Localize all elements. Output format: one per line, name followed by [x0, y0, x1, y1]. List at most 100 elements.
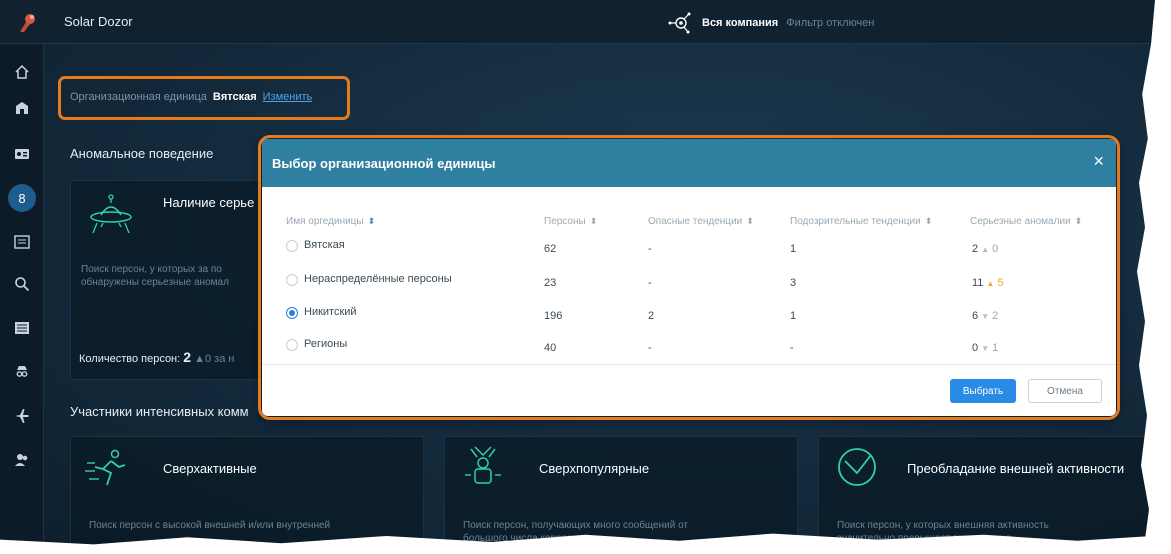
col-header-name[interactable]: Имя оргединицы ⬍ — [286, 216, 375, 227]
card-superpopular-title: Сверхпопулярные — [539, 461, 650, 476]
sidebar-item-travel[interactable] — [0, 398, 44, 434]
row-name[interactable]: Регионы — [304, 338, 347, 350]
card-serious-title: Наличие серье — [163, 195, 255, 210]
users-icon — [15, 454, 28, 466]
card-external-activity-title: Преобладание внешней активности — [907, 461, 1125, 476]
card-external-activity-desc-1: Поиск персон, у которых внешняя активнос… — [837, 520, 1049, 531]
row-name[interactable]: Вятская — [304, 239, 345, 251]
ufo-icon — [90, 194, 132, 234]
row-radio-vyatskaya[interactable] — [286, 240, 298, 252]
serious-value: 6 — [972, 310, 979, 322]
sidebar-item-insiders[interactable] — [0, 354, 44, 390]
cancel-button[interactable]: Отмена — [1028, 379, 1102, 403]
row-suspicious: 1 — [790, 310, 797, 322]
col-header-serious-label: Серьезные аномалии — [970, 216, 1071, 227]
serious-value: 11 — [972, 277, 984, 289]
card-superactive-desc-1: Поиск персон с высокой внешней и/или вну… — [89, 520, 331, 531]
popular-person-icon — [465, 446, 501, 484]
app-screen: Solar Dozor Вся компания Фильтр отключен — [0, 0, 1171, 554]
col-header-serious[interactable]: Серьезные аномалии ⬍ — [970, 216, 1082, 227]
row-name[interactable]: Нераспределённые персоны — [304, 273, 452, 285]
sidebar-item-lists[interactable] — [0, 310, 44, 346]
section-title-intensive: Участники интенсивных комм — [70, 404, 249, 419]
trend-value: 1 — [992, 342, 999, 354]
sort-icon[interactable]: ⬍ — [590, 216, 598, 226]
org-unit-row: Организационная единица Вятская Изменить — [70, 91, 312, 103]
card-superactive-title: Сверхактивные — [163, 461, 257, 476]
row-serious: 0 ▼ 1 — [972, 342, 998, 354]
company-name[interactable]: Вся компания — [702, 17, 778, 29]
col-header-suspicious-label: Подозрительные тенденции — [790, 216, 921, 227]
row-persons: 196 — [544, 310, 563, 322]
card-serious-desc-1: Поиск персон, у которых за по — [81, 264, 222, 275]
report-icon — [14, 235, 30, 249]
count-trend: ▲0 за н — [194, 353, 235, 365]
pie-chart-icon — [838, 448, 876, 486]
trend-up-icon: ▲ — [986, 279, 995, 288]
sidebar-item-behavior[interactable]: 8 — [0, 180, 44, 216]
row-suspicious: 3 — [790, 277, 797, 289]
sidebar-item-reports[interactable] — [0, 224, 44, 260]
row-serious: 2 ▲ 0 — [972, 243, 998, 255]
building-icon — [16, 102, 28, 114]
trend-up-icon: ▲ — [981, 245, 990, 254]
col-header-dangerous[interactable]: Опасные тенденции ⬍ — [648, 216, 754, 227]
row-persons: 62 — [544, 243, 557, 255]
card-superactive[interactable]: Сверхактивные Поиск персон с высокой вне… — [70, 436, 424, 554]
solar-dozor-logo-icon[interactable] — [16, 10, 40, 34]
trend-down-icon: ▼ — [981, 344, 990, 353]
card-superpopular-desc-1: Поиск персон, получающих много сообщений… — [463, 520, 688, 531]
sidebar-item-home[interactable] — [0, 54, 44, 90]
row-radio-nikitsky[interactable] — [286, 307, 298, 319]
serious-value: 0 — [972, 342, 979, 354]
plane-icon — [15, 409, 29, 423]
row-dangerous: 2 — [648, 310, 655, 322]
spy-icon — [16, 366, 28, 377]
col-header-persons-label: Персоны — [544, 216, 586, 227]
sort-icon[interactable]: ⬍ — [925, 216, 933, 226]
count-value: 2 — [183, 349, 192, 365]
org-unit-dialog: Выбор организационной единицы × Имя орге… — [262, 139, 1116, 416]
sort-icon[interactable]: ⬍ — [368, 216, 376, 226]
card-serious-desc-2: обнаружены серьезные аномал — [81, 277, 229, 288]
id-card-icon — [15, 149, 29, 159]
row-dangerous: - — [648, 277, 652, 289]
company-filter[interactable]: Вся компания Фильтр отключен — [668, 12, 874, 34]
trend-value: 0 — [992, 243, 999, 255]
row-persons: 40 — [544, 342, 557, 354]
dialog-title: Выбор организационной единицы — [272, 156, 496, 171]
row-persons: 23 — [544, 277, 557, 289]
trend-value: 2 — [992, 310, 999, 322]
row-serious: 11 ▲ 5 — [972, 277, 1004, 289]
dialog-footer-divider — [262, 364, 1116, 365]
row-suspicious: 1 — [790, 243, 797, 255]
app-title: Solar Dozor — [64, 14, 133, 29]
sidebar-item-organization[interactable] — [0, 90, 44, 126]
network-icon — [668, 12, 691, 34]
row-serious: 6 ▼ 2 — [972, 310, 998, 322]
row-dangerous: - — [648, 243, 652, 255]
top-bar: Solar Dozor Вся компания Фильтр отключен — [0, 0, 1171, 44]
behavior-icon-label: 8 — [18, 190, 26, 206]
sidebar-item-search[interactable] — [0, 266, 44, 302]
sidebar-item-users[interactable] — [0, 442, 44, 478]
select-button[interactable]: Выбрать — [950, 379, 1016, 403]
col-header-persons[interactable]: Персоны ⬍ — [544, 216, 597, 227]
col-header-name-label: Имя оргединицы — [286, 216, 364, 227]
sidebar: 8 — [0, 44, 44, 554]
sort-icon[interactable]: ⬍ — [1075, 216, 1083, 226]
col-header-dangerous-label: Опасные тенденции — [648, 216, 743, 227]
runner-icon — [85, 449, 126, 486]
sort-icon[interactable]: ⬍ — [746, 216, 754, 226]
col-header-suspicious[interactable]: Подозрительные тенденции ⬍ — [790, 216, 932, 227]
trend-down-icon: ▼ — [981, 312, 990, 321]
row-dangerous: - — [648, 342, 652, 354]
row-radio-regions[interactable] — [286, 339, 298, 351]
org-unit-change-link[interactable]: Изменить — [263, 91, 313, 103]
row-name[interactable]: Никитский — [304, 306, 357, 318]
row-radio-unassigned[interactable] — [286, 274, 298, 286]
card-serious-count: Количество персон: 2 ▲0 за н — [79, 349, 234, 365]
sidebar-item-persons[interactable] — [0, 136, 44, 172]
org-unit-label: Организационная единица — [70, 91, 207, 103]
close-icon[interactable]: × — [1093, 151, 1104, 171]
